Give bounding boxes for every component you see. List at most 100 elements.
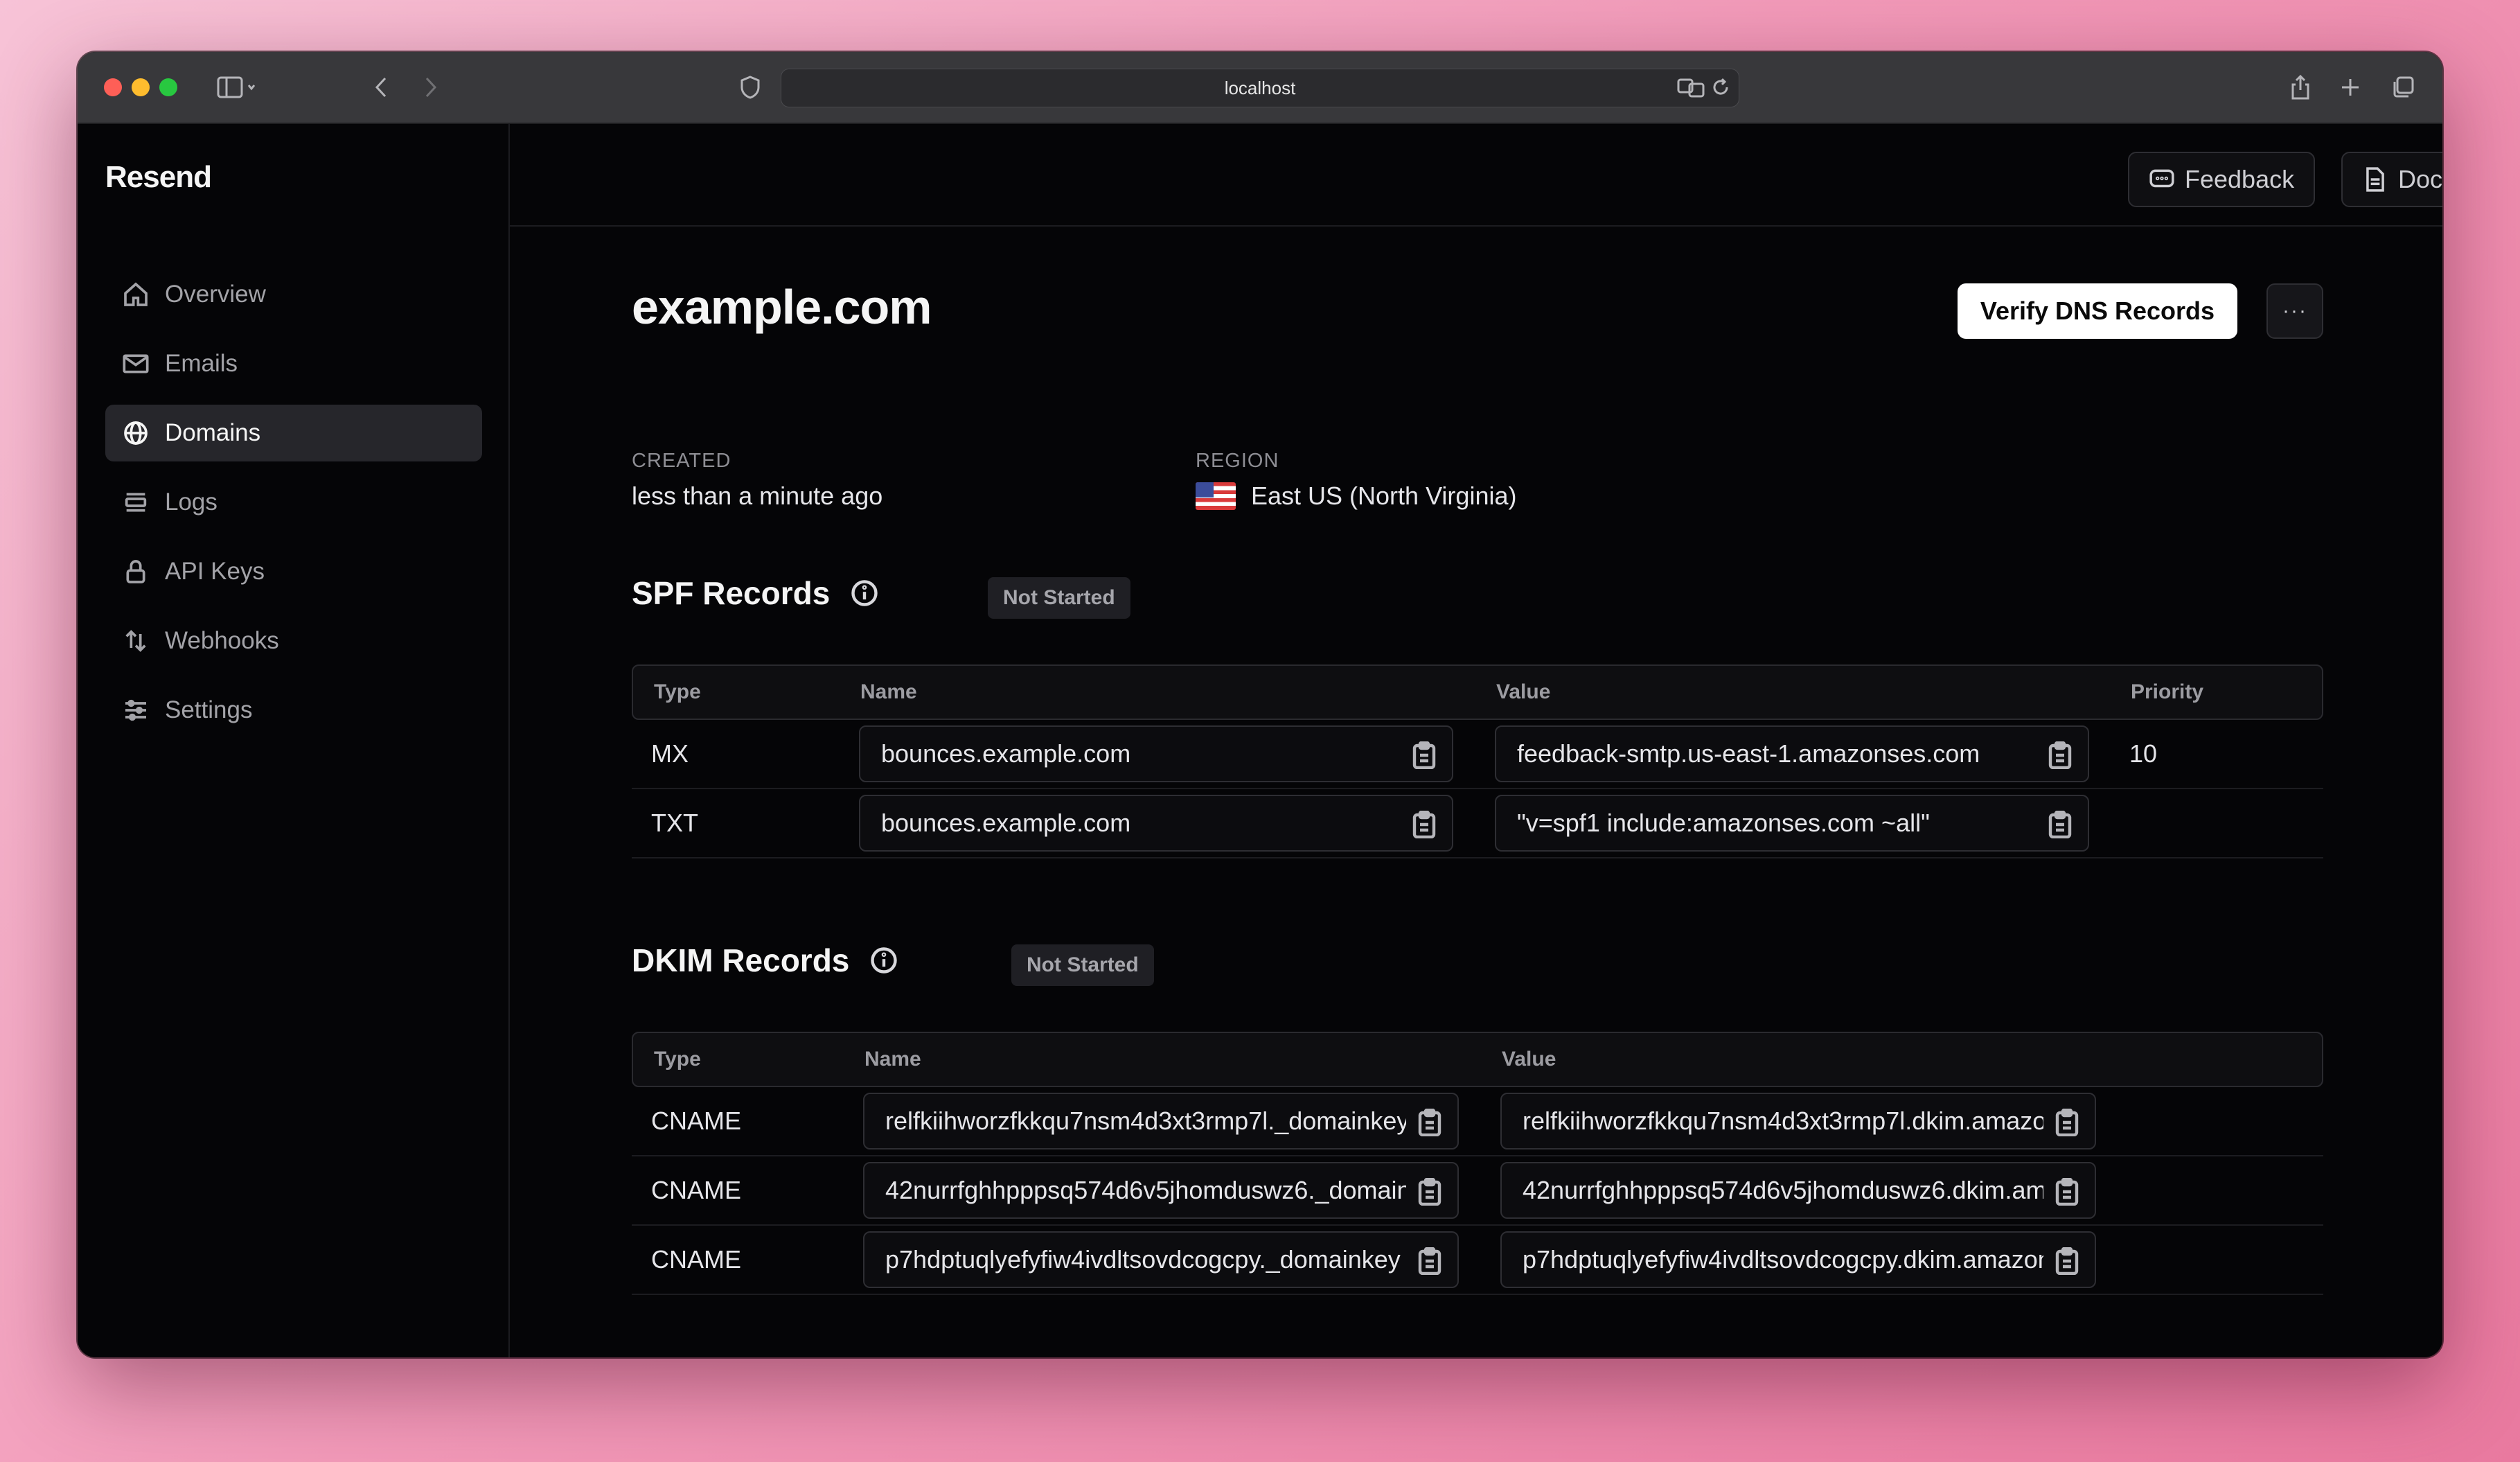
browser-window: localhost Resend Overview Emails Domains…	[78, 52, 2442, 1357]
address-bar[interactable]: localhost	[781, 69, 1739, 107]
share-icon[interactable]	[2283, 71, 2318, 103]
main-content: example.com Verify DNS Records ··· CREAT…	[510, 227, 2442, 1357]
clipboard-icon[interactable]	[1417, 1177, 1442, 1206]
docs-label: Docs	[2398, 165, 2442, 193]
clipboard-icon[interactable]	[2055, 1177, 2079, 1206]
us-flag-icon	[1196, 482, 1236, 510]
clipboard-icon[interactable]	[2055, 1247, 2079, 1276]
column-header-type: Type	[654, 1048, 701, 1071]
region-value: East US (North Virginia)	[1196, 482, 1516, 511]
region-text: East US (North Virginia)	[1251, 482, 1517, 510]
verify-dns-records-button[interactable]: Verify DNS Records	[1958, 283, 2237, 339]
table-row: CNAME relfkiihworzfkkqu7nsm4d3xt3rmp7l._…	[632, 1087, 2323, 1156]
dkim-status-badge: Not Started	[1011, 944, 1154, 986]
chat-bubble-icon	[2149, 169, 2174, 188]
mail-icon	[123, 354, 149, 373]
record-value-field[interactable]: 42nurrfghhpppsq574d6v5jhomduswz6.dkim.am…	[1500, 1162, 2096, 1219]
sidebar-item-logs[interactable]: Logs	[105, 474, 482, 531]
sidebar-item-api-keys[interactable]: API Keys	[105, 543, 482, 600]
table-row: CNAME 42nurrfghhpppsq574d6v5jhomduswz6._…	[632, 1156, 2323, 1226]
record-name-field[interactable]: bounces.example.com	[859, 725, 1453, 782]
close-window-button[interactable]	[104, 78, 122, 96]
column-header-type: Type	[654, 680, 701, 703]
record-name-field[interactable]: relfkiihworzfkkqu7nsm4d3xt3rmp7l._domain…	[863, 1093, 1459, 1150]
forward-icon[interactable]	[417, 71, 445, 103]
sidebar-item-emails[interactable]: Emails	[105, 335, 482, 392]
record-name-field[interactable]: p7hdptuqlyefyfiw4ivdltsovdcogcpy._domain…	[863, 1231, 1459, 1288]
region-label: REGION	[1196, 450, 1279, 472]
sidebar-nav: Overview Emails Domains Logs API Keys We…	[105, 266, 482, 751]
feedback-label: Feedback	[2185, 165, 2295, 193]
clipboard-icon[interactable]	[2055, 1108, 2079, 1137]
record-type: CNAME	[651, 1107, 742, 1135]
sidebar-item-domains[interactable]: Domains	[105, 405, 482, 461]
table-row: MX bounces.example.com feedback-smtp.us-…	[632, 720, 2323, 789]
minimize-window-button[interactable]	[132, 78, 150, 96]
sidebar-item-label: Settings	[165, 696, 253, 723]
dkim-records-table: Type Name Value CNAME relfkiihworzfkkqu7…	[632, 1032, 2323, 1295]
record-type: MX	[651, 739, 689, 768]
table-header: Type Name Value	[632, 1032, 2323, 1087]
column-header-value: Value	[1502, 1048, 1556, 1071]
clipboard-icon[interactable]	[1417, 1247, 1442, 1276]
docs-button[interactable]: Docs	[2341, 152, 2442, 207]
dkim-title-text: DKIM Records	[632, 942, 850, 978]
record-value: relfkiihworzfkkqu7nsm4d3xt3rmp7l.dkim.am…	[1523, 1107, 2043, 1135]
clipboard-icon[interactable]	[1412, 741, 1437, 770]
record-name-field[interactable]: 42nurrfghhpppsq574d6v5jhomduswz6._domain…	[863, 1162, 1459, 1219]
back-icon[interactable]	[367, 71, 395, 103]
spf-records-table: Type Name Value Priority MX bounces.exam…	[632, 664, 2323, 858]
translate-icon[interactable]	[1675, 71, 1707, 103]
sidebar-item-label: Webhooks	[165, 627, 279, 654]
info-icon[interactable]	[869, 945, 899, 976]
record-value-field[interactable]: p7hdptuqlyefyfiw4ivdltsovdcogcpy.dkim.am…	[1500, 1231, 2096, 1288]
clipboard-icon[interactable]	[1417, 1108, 1442, 1137]
column-header-name: Name	[860, 680, 917, 703]
record-priority: 10	[2129, 739, 2158, 768]
globe-icon	[124, 421, 148, 445]
top-bar: Feedback Docs	[510, 124, 2442, 227]
sidebar-item-overview[interactable]: Overview	[105, 266, 482, 323]
logs-icon	[125, 493, 147, 512]
record-type: CNAME	[651, 1176, 742, 1204]
table-row: TXT bounces.example.com "v=spf1 include:…	[632, 789, 2323, 858]
table-row: CNAME p7hdptuqlyefyfiw4ivdltsovdcogcpy._…	[632, 1226, 2323, 1295]
feedback-button[interactable]: Feedback	[2128, 152, 2316, 207]
webhooks-icon	[125, 630, 146, 652]
sidebar-item-label: API Keys	[165, 558, 265, 585]
browser-toolbar: localhost	[78, 52, 2442, 124]
more-options-button[interactable]: ···	[2266, 283, 2323, 339]
lock-icon	[126, 560, 145, 583]
column-header-priority: Priority	[2131, 680, 2204, 703]
sidebar-toggle-icon[interactable]	[209, 71, 265, 103]
privacy-shield-icon[interactable]	[733, 71, 767, 103]
clipboard-icon[interactable]	[2048, 741, 2073, 770]
new-tab-icon[interactable]	[2333, 71, 2368, 103]
brand-logo[interactable]: Resend	[105, 160, 212, 195]
record-value: feedback-smtp.us-east-1.amazonses.com	[1517, 739, 1980, 768]
sidebar-item-settings[interactable]: Settings	[105, 682, 482, 739]
info-icon[interactable]	[849, 578, 880, 608]
maximize-window-button[interactable]	[159, 78, 177, 96]
clipboard-icon[interactable]	[2048, 810, 2073, 839]
clipboard-icon[interactable]	[1412, 810, 1437, 839]
record-type: TXT	[651, 809, 698, 837]
column-header-name: Name	[864, 1048, 921, 1071]
document-icon	[2366, 167, 2384, 192]
record-value-field[interactable]: relfkiihworzfkkqu7nsm4d3xt3rmp7l.dkim.am…	[1500, 1093, 2096, 1150]
record-value-field[interactable]: "v=spf1 include:amazonses.com ~all"	[1495, 795, 2089, 852]
record-name: bounces.example.com	[881, 739, 1131, 768]
tab-overview-icon[interactable]	[2386, 71, 2420, 103]
sidebar-item-webhooks[interactable]: Webhooks	[105, 613, 482, 669]
record-name: p7hdptuqlyefyfiw4ivdltsovdcogcpy._domain…	[885, 1245, 1401, 1274]
sidebar-item-label: Domains	[165, 419, 261, 446]
reload-icon[interactable]	[1707, 71, 1734, 103]
record-value: 42nurrfghhpppsq574d6v5jhomduswz6.dkim.am…	[1523, 1176, 2043, 1204]
spf-status-badge: Not Started	[988, 577, 1130, 619]
record-value: p7hdptuqlyefyfiw4ivdltsovdcogcpy.dkim.am…	[1523, 1245, 2043, 1274]
record-value-field[interactable]: feedback-smtp.us-east-1.amazonses.com	[1495, 725, 2089, 782]
home-icon	[124, 282, 148, 306]
record-name-field[interactable]: bounces.example.com	[859, 795, 1453, 852]
record-type: CNAME	[651, 1245, 742, 1274]
spf-title-text: SPF Records	[632, 575, 831, 611]
